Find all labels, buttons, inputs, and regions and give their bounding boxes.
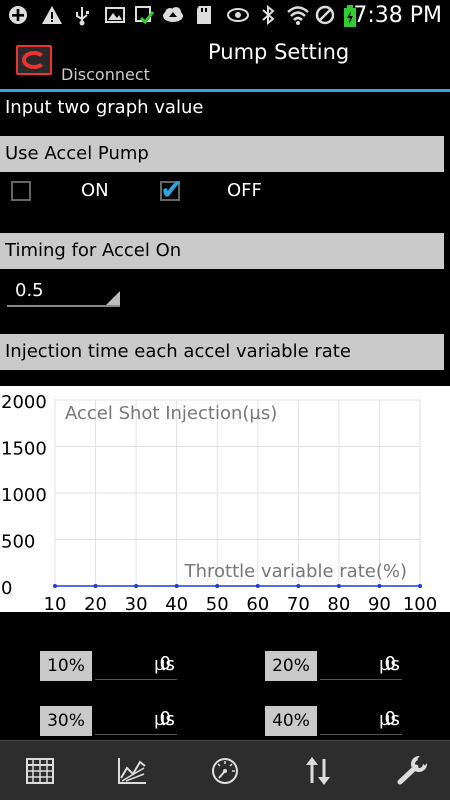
instruction-text: Input two graph value — [5, 97, 204, 118]
logo-icon[interactable] — [16, 45, 52, 75]
wifi-icon — [286, 4, 310, 28]
y-tick-label: 2000 — [1, 392, 47, 413]
y-tick-label: 1000 — [1, 485, 47, 506]
nav-graph-button[interactable] — [92, 741, 172, 800]
nav-transfer-button[interactable] — [278, 741, 358, 800]
clock: 7:38 PM — [353, 3, 442, 28]
rate-40-button[interactable]: 40% — [265, 706, 317, 736]
grid-table-icon — [26, 758, 54, 784]
plus-icon — [6, 4, 30, 28]
eye-icon — [226, 4, 250, 28]
off-checkbox[interactable]: ✔ — [160, 173, 183, 206]
data-point — [93, 584, 98, 588]
y-tick-label: 500 — [1, 532, 35, 553]
nav-gauge-button[interactable] — [185, 741, 265, 800]
x-tick-label: 40 — [165, 594, 188, 612]
x-tick-label: 70 — [287, 594, 310, 612]
accel-pump-heading: Use Accel Pump — [0, 136, 444, 172]
data-point — [336, 584, 341, 588]
rate-10-button[interactable]: 10% — [40, 651, 92, 681]
gauge-icon — [212, 758, 238, 784]
action-bar-divider — [0, 89, 450, 92]
wrench-icon — [397, 756, 428, 785]
data-point — [134, 584, 139, 588]
sd-card-icon — [192, 4, 216, 28]
no-signal-icon — [313, 4, 337, 28]
x-tick-label: 100 — [403, 594, 437, 612]
data-point — [215, 584, 220, 588]
rate-30-button[interactable]: 30% — [40, 706, 92, 736]
warning-icon — [40, 4, 64, 28]
x-tick-label: 30 — [125, 594, 148, 612]
bottom-nav — [0, 740, 450, 800]
usb-icon — [70, 4, 94, 28]
on-checkbox[interactable] — [11, 181, 31, 201]
nav-settings-button[interactable] — [372, 741, 450, 800]
x-tick-label: 60 — [246, 594, 269, 612]
status-bar: 7:38 PM — [0, 0, 450, 33]
dropdown-arrow-icon — [106, 291, 120, 305]
injection-heading: Injection time each accel variable rate — [0, 334, 444, 370]
check-icon — [132, 4, 156, 28]
chart-svg: 0 500 1000 1500 2000 10 20 30 40 50 60 70 80 90 100 Acc… — [1, 392, 437, 612]
rate-20-unit: µs — [379, 654, 400, 675]
graph-icon — [118, 758, 146, 784]
nav-table-button[interactable] — [0, 741, 80, 800]
data-point — [53, 584, 57, 588]
image-icon — [103, 4, 127, 28]
transfer-arrows-icon — [306, 757, 330, 785]
data-point — [418, 584, 422, 588]
x-tick-label: 20 — [84, 594, 107, 612]
page-title: Pump Setting — [208, 40, 350, 64]
timing-spinner[interactable]: 0.5 — [7, 273, 120, 307]
timing-value: 0.5 — [15, 280, 44, 301]
data-point — [377, 584, 382, 588]
on-label: ON — [81, 180, 109, 201]
rate-20-button[interactable]: 20% — [265, 651, 317, 681]
data-point — [174, 584, 179, 588]
bluetooth-icon — [256, 4, 280, 28]
timing-heading: Timing for Accel On — [0, 233, 444, 269]
injection-chart: 0 500 1000 1500 2000 10 20 30 40 50 60 70 80 90 100 Acc… — [0, 386, 450, 612]
data-point — [296, 584, 301, 588]
rate-10-unit: µs — [154, 654, 175, 675]
data-point — [255, 584, 260, 588]
rate-40-unit: µs — [379, 709, 400, 730]
connection-status: Disconnect — [61, 65, 150, 84]
x-tick-label: 90 — [368, 594, 391, 612]
off-label: OFF — [227, 180, 262, 201]
checkmark-icon: ✔ — [160, 173, 184, 206]
chart-title: Accel Shot Injection(µs) — [65, 403, 277, 424]
y-tick-label: 1500 — [1, 439, 47, 460]
x-tick-label: 10 — [44, 594, 67, 612]
y-tick-label: 0 — [1, 578, 12, 599]
rate-30-unit: µs — [154, 709, 175, 730]
x-axis-label: Throttle variable rate(%) — [184, 561, 407, 582]
x-tick-label: 50 — [206, 594, 229, 612]
cloud-icon — [161, 4, 185, 28]
x-tick-label: 80 — [327, 594, 350, 612]
